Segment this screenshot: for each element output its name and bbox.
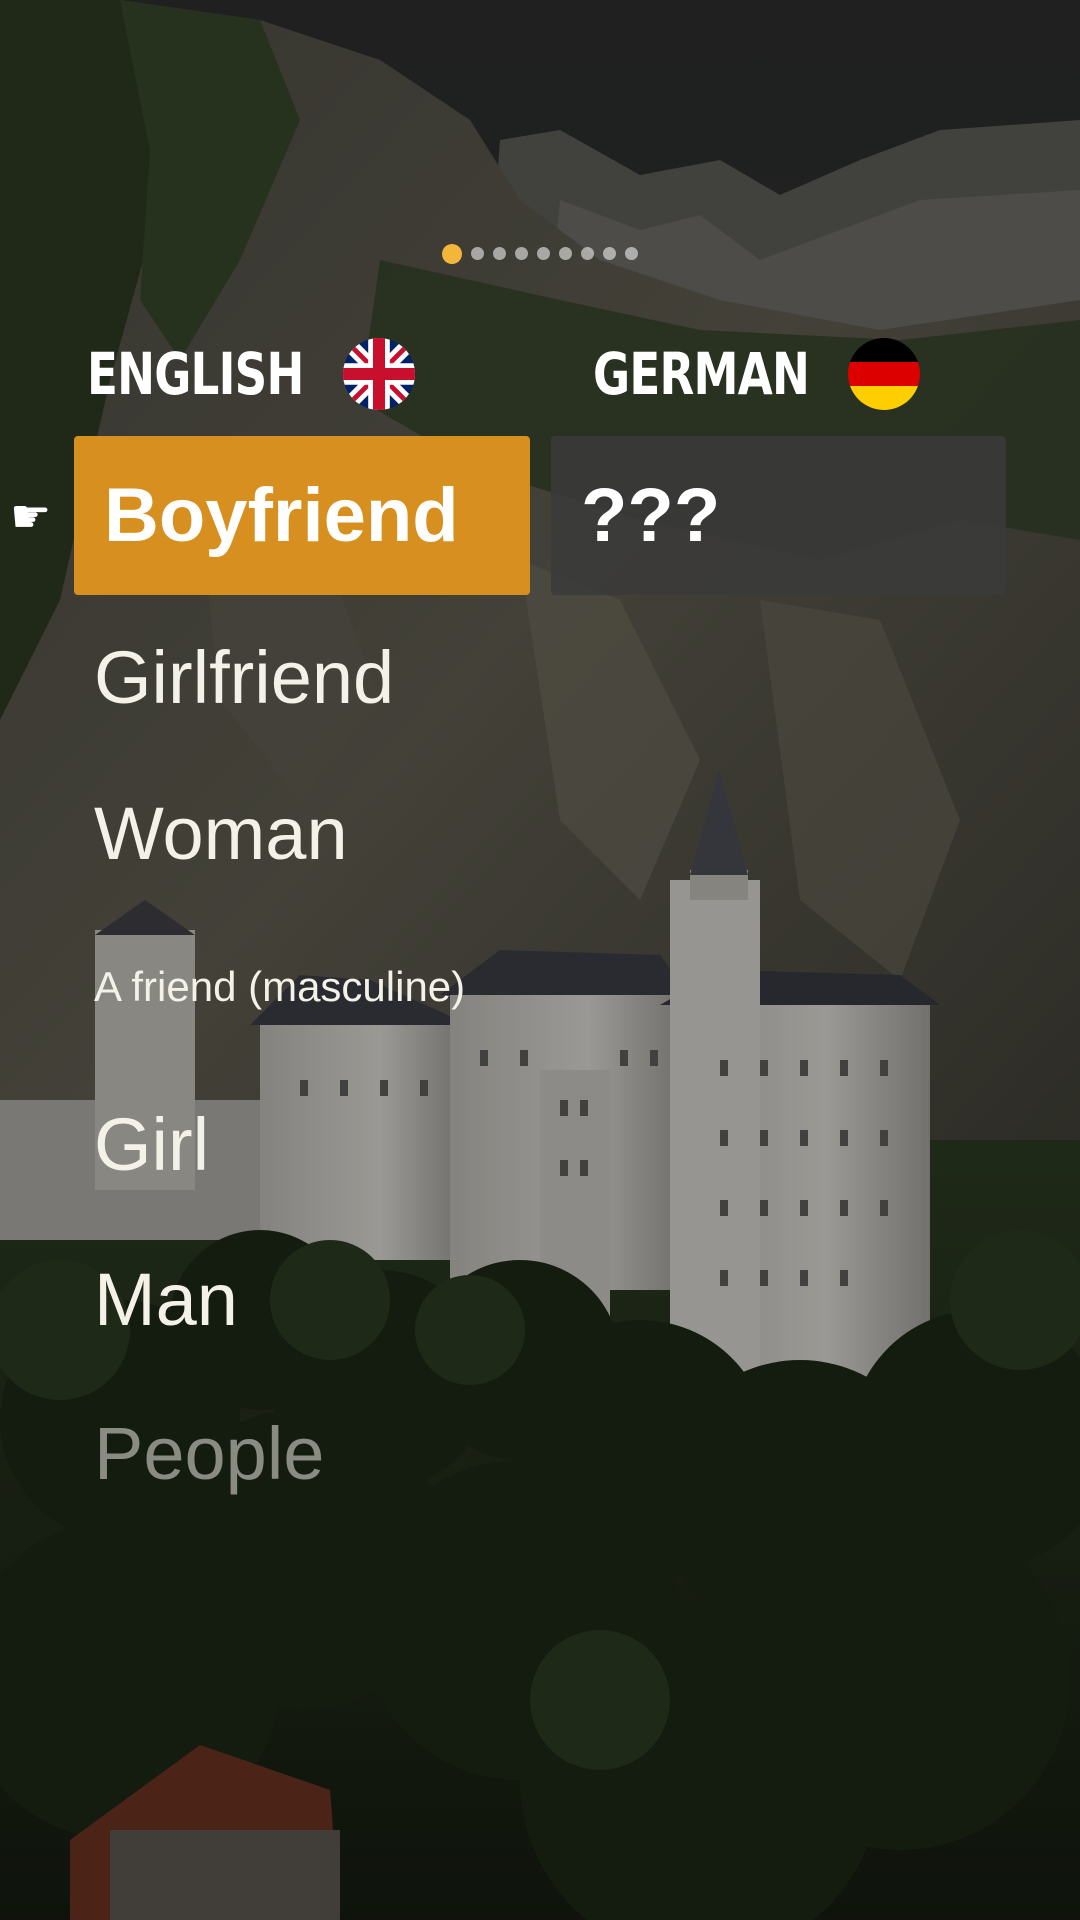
background-dim-overlay xyxy=(0,0,1080,1920)
pointing-hand-icon: ☛ xyxy=(10,490,52,542)
list-item[interactable]: Man xyxy=(94,1263,238,1337)
pagination-dot[interactable] xyxy=(603,247,616,260)
target-word-card[interactable]: ??? xyxy=(551,436,1006,595)
pagination-dot[interactable] xyxy=(493,247,506,260)
pagination-dot[interactable] xyxy=(559,247,572,260)
source-word-card[interactable]: Boyfriend xyxy=(74,436,530,595)
pagination-dot[interactable] xyxy=(515,247,528,260)
pagination-dot-active[interactable] xyxy=(442,244,462,264)
pagination-dot[interactable] xyxy=(537,247,550,260)
pagination-dots xyxy=(0,244,1080,264)
list-item[interactable]: Girl xyxy=(94,1108,209,1182)
pagination-dot[interactable] xyxy=(581,247,594,260)
source-word: Boyfriend xyxy=(104,473,459,558)
list-item[interactable]: Girlfriend xyxy=(94,641,394,715)
flashcard-screen: ENGLISH GERMAN ☛ Boyfriend ??? Girlfrien… xyxy=(0,0,1080,1920)
target-language-name: GERMAN xyxy=(593,340,810,408)
germany-flag-icon xyxy=(848,338,921,410)
list-item[interactable]: A friend (masculine) xyxy=(94,966,465,1008)
target-word: ??? xyxy=(581,473,721,558)
source-language-header: ENGLISH xyxy=(87,338,415,410)
target-language-header: GERMAN xyxy=(593,338,921,410)
pagination-dot[interactable] xyxy=(625,247,638,260)
pagination-dot[interactable] xyxy=(471,247,484,260)
list-item[interactable]: People xyxy=(94,1417,324,1491)
list-item[interactable]: Woman xyxy=(94,797,348,871)
uk-flag-icon xyxy=(342,338,415,410)
source-language-name: ENGLISH xyxy=(87,340,304,408)
